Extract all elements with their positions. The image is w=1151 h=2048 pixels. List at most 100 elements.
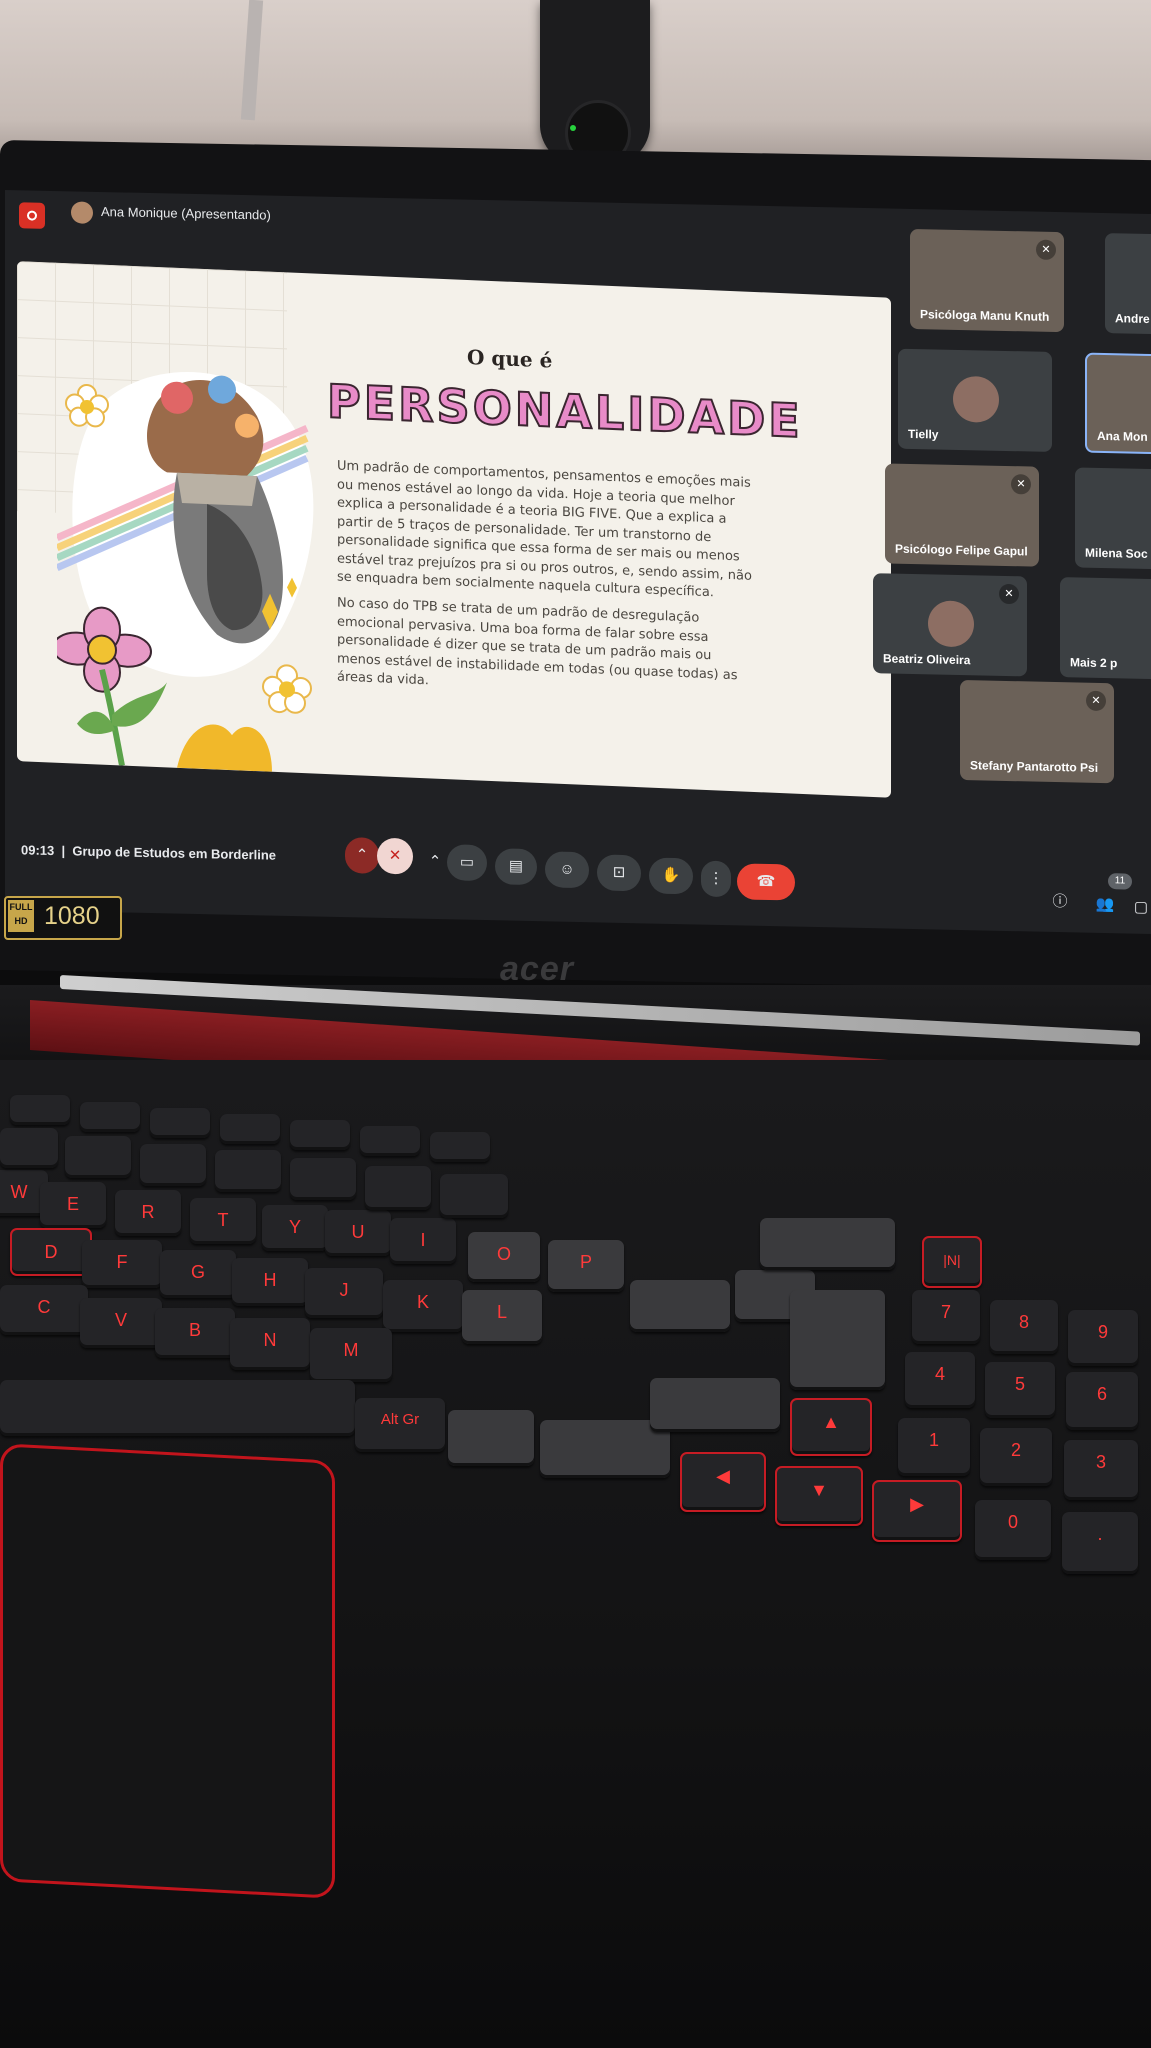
slide-paragraph-2: No caso do TPB se trata de um padrão de … — [337, 595, 738, 689]
key-num-del[interactable]: . — [1062, 1512, 1138, 1574]
key-f-row[interactable] — [80, 1102, 140, 1132]
key-d[interactable]: D — [10, 1228, 92, 1276]
key-f-row[interactable] — [290, 1120, 350, 1150]
participant-count-badge: 11 — [1108, 873, 1132, 890]
key-number-row[interactable] — [215, 1150, 281, 1192]
camera-options-chevron-icon[interactable]: ⌃ — [423, 844, 447, 881]
key-o[interactable]: O — [468, 1232, 540, 1282]
key-shift-right[interactable] — [630, 1280, 730, 1332]
key-arrow-up[interactable]: ▲ — [790, 1398, 872, 1456]
participant-tile[interactable]: ✕ Psicólogo Felipe Gapul — [885, 463, 1039, 567]
participant-name: Milena Soc — [1085, 545, 1148, 561]
presenter-avatar — [71, 201, 93, 224]
key-num-7[interactable]: 7 — [912, 1290, 980, 1344]
key-arrow-left[interactable]: ◀ — [680, 1452, 766, 1512]
mic-off-icon[interactable]: ✕ — [377, 837, 413, 875]
key-num-5[interactable]: 5 — [985, 1362, 1055, 1418]
meeting-time-and-name: 09:13 | Grupo de Estudos em Borderline — [21, 842, 277, 863]
key-n[interactable]: N — [230, 1318, 310, 1370]
key-c[interactable]: C — [0, 1285, 88, 1335]
key-arrow-right[interactable]: ▶ — [872, 1480, 962, 1542]
participant-tile[interactable]: ✕ Stefany Pantarotto Psi — [960, 680, 1114, 784]
participant-name: Psicóloga Manu Knuth — [920, 307, 1050, 324]
full-label: FULL — [9, 902, 33, 912]
participant-name: Tielly — [908, 426, 939, 442]
key-number-row[interactable] — [0, 1128, 58, 1168]
key-num-9[interactable]: 9 — [1068, 1310, 1138, 1366]
end-call-icon[interactable]: ☎ — [737, 863, 795, 901]
key-b[interactable]: B — [155, 1308, 235, 1358]
present-screen-icon[interactable]: ⊡ — [597, 854, 641, 892]
key-enter[interactable] — [790, 1290, 885, 1390]
mic-off-icon: ✕ — [1036, 239, 1056, 261]
key-num-8[interactable]: 8 — [990, 1300, 1058, 1354]
key-f-row[interactable] — [220, 1114, 280, 1144]
key-num-1[interactable]: 1 — [898, 1418, 970, 1476]
captions-icon[interactable]: ▤ — [495, 848, 537, 886]
key-v[interactable]: V — [80, 1298, 162, 1348]
key-space[interactable] — [0, 1380, 355, 1436]
webcam-led — [570, 125, 576, 131]
key-f-row[interactable] — [360, 1126, 420, 1156]
key-t[interactable]: T — [190, 1198, 256, 1244]
participant-name: Ana Mon — [1097, 428, 1148, 444]
participant-tile[interactable]: Ana Mon — [1085, 352, 1151, 456]
key-k[interactable]: K — [383, 1280, 463, 1332]
key-num-4[interactable]: 4 — [905, 1352, 975, 1408]
key-i[interactable]: I — [390, 1218, 456, 1264]
key-p[interactable]: P — [548, 1240, 624, 1292]
key-f[interactable]: F — [82, 1240, 162, 1288]
key-r[interactable]: R — [115, 1190, 181, 1236]
key-e[interactable]: E — [40, 1182, 106, 1228]
participant-tile[interactable]: ✕ Beatriz Oliveira — [873, 573, 1027, 677]
participant-tile[interactable]: Tielly — [898, 348, 1052, 452]
camera-icon[interactable]: ▭ — [447, 844, 487, 882]
info-icon[interactable]: ⓘ — [1045, 884, 1075, 921]
key-num-0[interactable]: 0 — [975, 1500, 1051, 1560]
participant-name: Psicólogo Felipe Gapul — [895, 541, 1028, 559]
key-f-row[interactable] — [10, 1095, 70, 1125]
raise-hand-icon[interactable]: ✋ — [649, 857, 693, 895]
mic-options-chevron-icon[interactable]: ⌃ — [345, 837, 379, 874]
key-number-row[interactable] — [65, 1136, 131, 1178]
key-h[interactable]: H — [232, 1258, 308, 1306]
participant-tile[interactable]: Andre — [1105, 233, 1151, 337]
hd-1080-badge: FULL HD 1080 — [4, 896, 122, 940]
participant-tile[interactable]: Mais 2 p — [1060, 577, 1151, 681]
key-arrow-down[interactable]: ▼ — [775, 1466, 863, 1526]
key-shift-wide[interactable] — [650, 1378, 780, 1432]
key-f-row[interactable] — [150, 1108, 210, 1138]
key-j[interactable]: J — [305, 1268, 383, 1318]
participant-name: Mais 2 p — [1070, 655, 1118, 671]
mic-off-icon: ✕ — [1086, 690, 1106, 712]
touchpad[interactable] — [0, 1443, 335, 1899]
more-vert-icon[interactable]: ⋮ — [701, 860, 731, 898]
key-num-3[interactable]: 3 — [1064, 1440, 1138, 1500]
key-alt-gr[interactable]: Alt Gr — [355, 1398, 445, 1452]
key-number-row[interactable] — [140, 1144, 206, 1186]
key-m[interactable]: M — [310, 1328, 392, 1382]
key-g[interactable]: G — [160, 1250, 236, 1298]
key-num-lock-light[interactable]: |N| — [922, 1236, 982, 1288]
key-num-2[interactable]: 2 — [980, 1428, 1052, 1486]
resolution-label: 1080 — [44, 902, 100, 930]
participant-tile[interactable]: Milena Soc — [1075, 467, 1151, 571]
participant-tile[interactable]: ✕ Psicóloga Manu Knuth — [910, 228, 1064, 333]
key-num-6[interactable]: 6 — [1066, 1372, 1138, 1430]
key-menu[interactable] — [448, 1410, 534, 1466]
key-number-row[interactable] — [290, 1158, 356, 1200]
key-number-row[interactable] — [440, 1174, 508, 1218]
people-icon[interactable]: 👥 — [1090, 887, 1120, 924]
presentation-slide: O que é PERSONALIDADE Um padrão de compo… — [17, 261, 891, 798]
mic-off-icon: ✕ — [1011, 474, 1031, 495]
key-y[interactable]: Y — [262, 1205, 328, 1251]
meeting-time: 09:13 — [21, 842, 55, 859]
key-number-row[interactable] — [365, 1166, 431, 1210]
emoji-icon[interactable]: ☺ — [545, 851, 589, 889]
chat-icon[interactable]: ▢ — [1130, 890, 1151, 926]
key-u[interactable]: U — [325, 1210, 391, 1256]
record-icon[interactable] — [19, 202, 45, 229]
key-backspace[interactable] — [760, 1218, 895, 1270]
key-f-row[interactable] — [430, 1132, 490, 1162]
key-l[interactable]: L — [462, 1290, 542, 1344]
